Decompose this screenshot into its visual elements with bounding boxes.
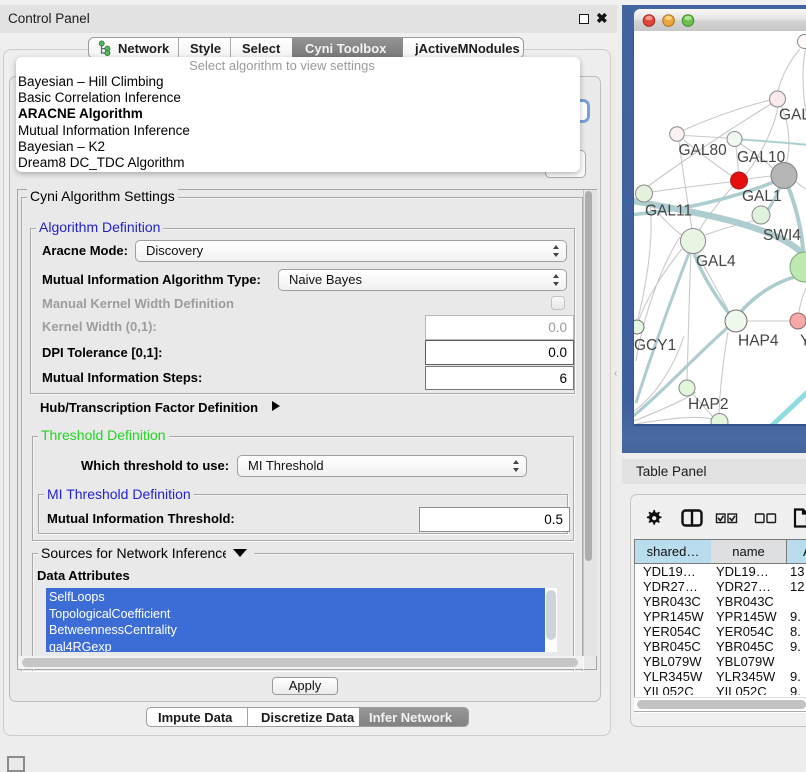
svg-text:GAL…: GAL… (779, 107, 806, 124)
svg-text:GAL10: GAL10 (737, 149, 786, 166)
svg-text:Y: Y (800, 333, 806, 350)
svg-text:HAP2: HAP2 (688, 396, 729, 413)
svg-text:GAL11: GAL11 (645, 203, 692, 220)
svg-text:GAL1: GAL1 (742, 188, 782, 205)
svg-text:GAL4: GAL4 (696, 253, 736, 270)
svg-text:SWI4: SWI4 (763, 227, 801, 244)
svg-text:HAP4: HAP4 (738, 333, 779, 350)
svg-text:GCY1: GCY1 (634, 337, 676, 354)
svg-text:GAL80: GAL80 (679, 142, 728, 159)
